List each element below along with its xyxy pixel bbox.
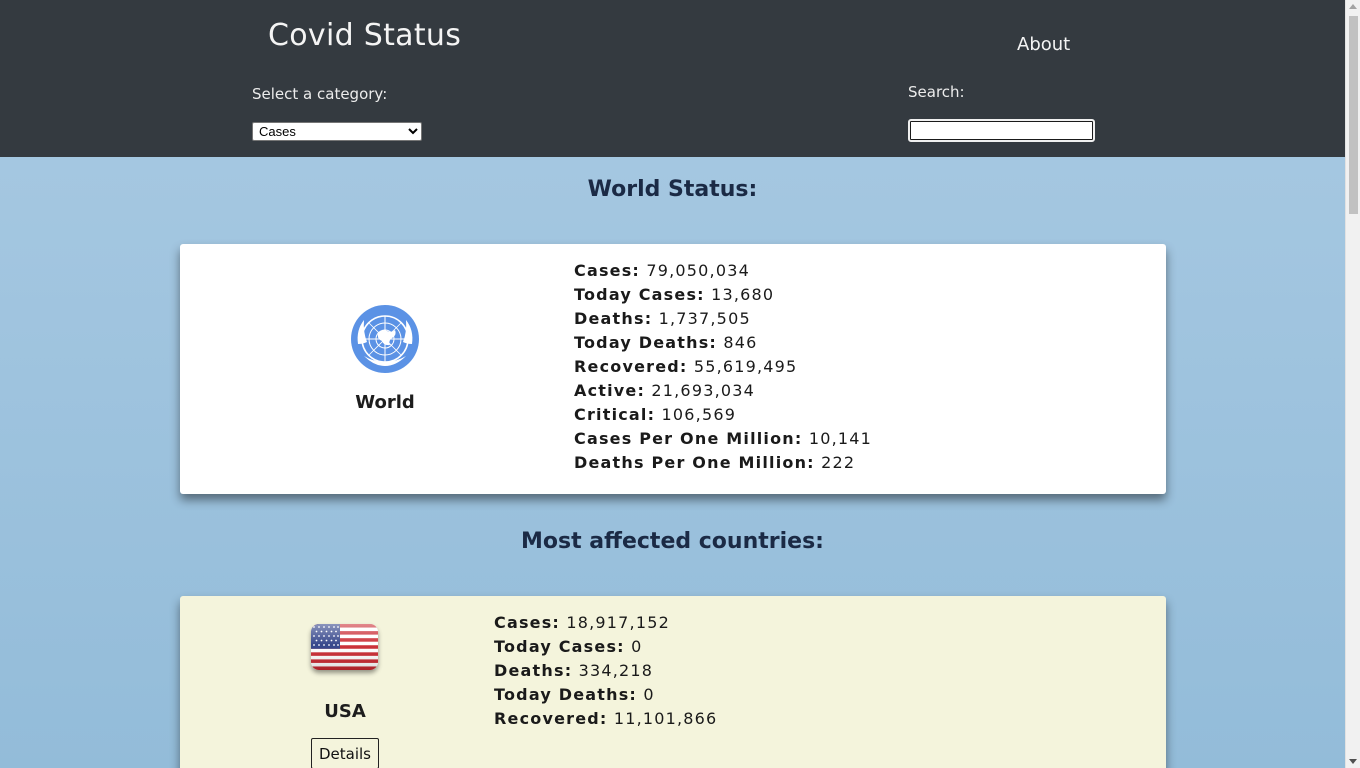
country-card: USA Details Cases: 18,917,152 Today Case… bbox=[180, 596, 1166, 768]
stat-value: 0 bbox=[643, 685, 655, 704]
country-stats-list: Cases: 18,917,152 Today Cases: 0 Deaths:… bbox=[494, 611, 717, 731]
stat-critical: Critical: 106,569 bbox=[574, 403, 872, 427]
search-label: Search: bbox=[908, 83, 965, 101]
stat-value: 79,050,034 bbox=[646, 261, 750, 280]
stat-value: 846 bbox=[723, 333, 758, 352]
vertical-scrollbar[interactable] bbox=[1345, 0, 1360, 768]
stat-value: 334,218 bbox=[578, 661, 654, 680]
app-title[interactable]: Covid Status bbox=[268, 18, 461, 53]
stat-value: 11,101,866 bbox=[613, 709, 718, 728]
search-input[interactable] bbox=[908, 119, 1095, 142]
world-status-card: World Cases: 79,050,034 Today Cases: 13,… bbox=[180, 244, 1166, 494]
stat-label: Deaths Per One Million: bbox=[574, 453, 815, 472]
scrollbar-thumb[interactable] bbox=[1349, 16, 1358, 214]
stat-label: Today Deaths: bbox=[494, 685, 638, 704]
stat-cases: Cases: 18,917,152 bbox=[494, 611, 717, 635]
stat-value: 21,693,034 bbox=[651, 381, 755, 400]
scroll-up-arrow-icon[interactable] bbox=[1349, 4, 1357, 9]
stat-value: 222 bbox=[821, 453, 856, 472]
stat-label: Today Deaths: bbox=[574, 333, 718, 352]
stat-label: Cases: bbox=[574, 261, 641, 280]
stat-today-deaths: Today Deaths: 846 bbox=[574, 331, 872, 355]
stat-value: 55,619,495 bbox=[693, 357, 798, 376]
stat-value: 10,141 bbox=[808, 429, 872, 448]
stat-today-cases: Today Cases: 13,680 bbox=[574, 283, 872, 307]
scroll-down-arrow-icon[interactable] bbox=[1349, 759, 1357, 764]
world-status-heading: World Status: bbox=[587, 177, 758, 202]
stat-label: Recovered: bbox=[574, 357, 688, 376]
stat-label: Critical: bbox=[574, 405, 656, 424]
stat-label: Deaths: bbox=[574, 309, 653, 328]
stat-recovered: Recovered: 11,101,866 bbox=[494, 707, 717, 731]
details-button[interactable]: Details bbox=[311, 738, 379, 768]
stat-label: Cases: bbox=[494, 613, 561, 632]
stat-deaths-per-million: Deaths Per One Million: 222 bbox=[574, 451, 872, 475]
stat-value: 106,569 bbox=[661, 405, 737, 424]
stat-today-cases: Today Cases: 0 bbox=[494, 635, 717, 659]
stat-deaths: Deaths: 334,218 bbox=[494, 659, 717, 683]
stat-value: 18,917,152 bbox=[566, 613, 670, 632]
us-flag-icon bbox=[311, 624, 378, 670]
stat-cases: Cases: 79,050,034 bbox=[574, 259, 872, 283]
stat-label: Today Cases: bbox=[494, 637, 625, 656]
stat-deaths: Deaths: 1,737,505 bbox=[574, 307, 872, 331]
stat-value: 0 bbox=[631, 637, 643, 656]
page-viewport: Covid Status About Select a category: Ca… bbox=[0, 0, 1345, 768]
stat-today-deaths: Today Deaths: 0 bbox=[494, 683, 717, 707]
stat-cases-per-million: Cases Per One Million: 10,141 bbox=[574, 427, 872, 451]
stat-label: Recovered: bbox=[494, 709, 608, 728]
stat-label: Active: bbox=[574, 381, 646, 400]
category-label: Select a category: bbox=[252, 85, 388, 103]
stat-value: 1,737,505 bbox=[658, 309, 751, 328]
un-emblem-icon bbox=[351, 305, 419, 373]
stat-recovered: Recovered: 55,619,495 bbox=[574, 355, 872, 379]
stat-label: Cases Per One Million: bbox=[574, 429, 803, 448]
world-stats-list: Cases: 79,050,034 Today Cases: 13,680 De… bbox=[574, 259, 872, 475]
stat-active: Active: 21,693,034 bbox=[574, 379, 872, 403]
stat-value: 13,680 bbox=[711, 285, 775, 304]
top-navbar: Covid Status About Select a category: Ca… bbox=[0, 0, 1345, 157]
stat-label: Deaths: bbox=[494, 661, 573, 680]
category-select[interactable]: Cases bbox=[252, 122, 422, 141]
most-affected-heading: Most affected countries: bbox=[521, 529, 824, 554]
country-name: USA bbox=[324, 701, 366, 722]
about-link[interactable]: About bbox=[1017, 34, 1070, 55]
world-name: World bbox=[355, 392, 415, 413]
stat-label: Today Cases: bbox=[574, 285, 705, 304]
